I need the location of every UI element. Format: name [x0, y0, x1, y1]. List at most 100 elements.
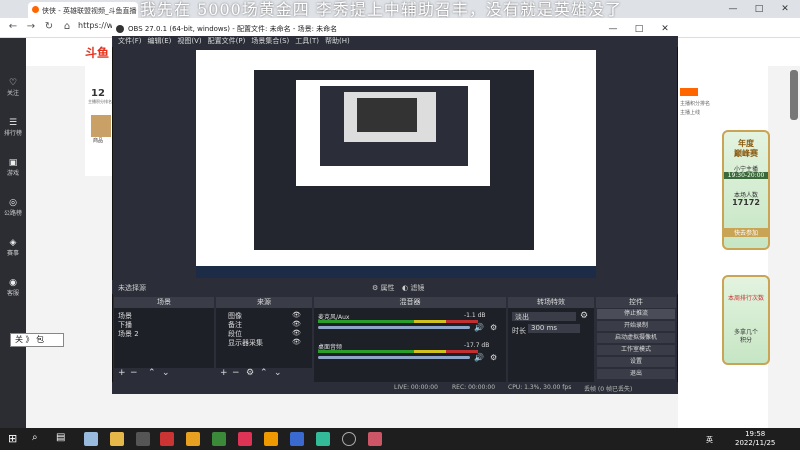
app-icon-1[interactable]: [136, 432, 150, 446]
obs-minimize-icon[interactable]: —: [600, 22, 626, 36]
mute-icon[interactable]: 🔊: [474, 323, 484, 332]
app-icon-5[interactable]: [264, 432, 278, 446]
ime-indicator[interactable]: 英: [706, 435, 713, 445]
move-down-icon[interactable]: ⌄: [162, 368, 170, 378]
search-icon[interactable]: ⌕: [32, 432, 46, 446]
sidebar-item-0[interactable]: ♡ 关注: [0, 78, 26, 97]
visibility-icon[interactable]: 👁: [292, 329, 301, 337]
obs-close-icon[interactable]: ✕: [652, 22, 678, 36]
control-button[interactable]: 开始录制: [597, 321, 675, 331]
obs-menubar: 文件(F) 编辑(E) 视图(V) 配置文件(P) 场景集合(S) 工具(T) 帮助(H): [112, 36, 678, 47]
menu-item[interactable]: 帮助(H): [325, 36, 350, 46]
heart-icon: ♡: [8, 78, 18, 88]
transitions-panel: 淡出 ⚙ 时长 300 ms: [508, 308, 594, 382]
visibility-icon[interactable]: 👁: [292, 338, 301, 346]
explorer-icon[interactable]: [84, 432, 98, 446]
mute-icon[interactable]: 🔊: [474, 353, 484, 362]
site-logo[interactable]: 斗鱼: [85, 44, 109, 61]
app-icon-3[interactable]: [212, 432, 226, 446]
source-settings-icon[interactable]: ⚙: [246, 368, 254, 378]
visibility-icon[interactable]: 👁: [292, 311, 301, 319]
menu-item[interactable]: 配置文件(P): [208, 36, 246, 46]
source-up-icon[interactable]: ⌃: [260, 368, 268, 378]
live-timer: LIVE: 00:00:00: [394, 384, 438, 391]
duration-label: 时长: [512, 327, 526, 335]
filters-button[interactable]: ◐ 滤镜: [402, 283, 424, 293]
sidebar-item-1[interactable]: ☰ 排行榜: [0, 118, 26, 137]
taskbar-clock[interactable]: 19:58 2022/11/25: [735, 430, 775, 448]
control-button[interactable]: 工作室模式: [597, 345, 675, 355]
sidebar-label: 公路榜: [3, 210, 22, 217]
sidebar-label: 赛事: [6, 250, 19, 257]
close-icon[interactable]: ✕: [772, 0, 798, 18]
scene-item[interactable]: 场景 2: [118, 329, 139, 339]
transition-settings-icon[interactable]: ⚙: [580, 311, 588, 321]
move-up-icon[interactable]: ⌃: [148, 368, 156, 378]
ad-line7[interactable]: 快去参加: [724, 228, 768, 237]
mixer-dock-title: 混音器: [314, 297, 506, 308]
add-scene-icon[interactable]: +: [118, 368, 126, 378]
obs-maximize-icon[interactable]: □: [626, 22, 652, 36]
menu-item[interactable]: 工具(T): [295, 36, 319, 46]
app-icon-6[interactable]: [368, 432, 382, 446]
page-scrollbar[interactable]: [790, 70, 798, 120]
minimize-icon[interactable]: —: [720, 0, 746, 18]
event-ad[interactable]: 年度 巅峰赛 小宁主播 19:30-20:00 本场人数 17172 快去参加: [722, 130, 770, 250]
control-button[interactable]: 设置: [597, 357, 675, 367]
remove-scene-icon[interactable]: −: [130, 368, 138, 378]
browser-tab[interactable]: 侠侠 - 英雄联盟视频_斗鱼直播: [28, 2, 138, 18]
ad2-line3: 积分: [739, 337, 752, 344]
menu-item[interactable]: 视图(V): [177, 36, 201, 46]
volume-slider[interactable]: [318, 326, 470, 329]
add-source-icon[interactable]: +: [220, 368, 228, 378]
control-button[interactable]: 启动虚拟摄像机: [597, 333, 675, 343]
maximize-icon[interactable]: □: [746, 0, 772, 18]
volume-slider[interactable]: [318, 356, 470, 359]
menu-item[interactable]: 场景集合(S): [251, 36, 289, 46]
sidebar-item-3[interactable]: ◎ 公路榜: [0, 198, 26, 217]
menu-item[interactable]: 文件(F): [118, 36, 142, 46]
ad2-line1: 本周排行次数: [727, 295, 764, 302]
start-icon[interactable]: ⊞: [8, 432, 22, 446]
control-button[interactable]: 停止推流: [597, 309, 675, 319]
home-icon[interactable]: ⌂: [60, 21, 74, 32]
duration-input[interactable]: 300 ms: [528, 324, 580, 333]
mixer-settings-icon[interactable]: ⚙: [490, 353, 497, 362]
obs-icon[interactable]: [342, 432, 356, 446]
clock-time: 19:58: [745, 430, 766, 438]
right-badge: [680, 88, 698, 96]
chrome-icon[interactable]: [316, 432, 330, 446]
event-ad-2[interactable]: 本周排行次数 多拿几个 积分: [722, 275, 770, 365]
gift-icon[interactable]: [91, 115, 111, 137]
control-button[interactable]: 退出: [597, 369, 675, 379]
office-icon[interactable]: [160, 432, 174, 446]
floating-widget[interactable]: 关 》 包: [10, 333, 64, 347]
visibility-icon[interactable]: 👁: [292, 320, 301, 328]
app-icon-4[interactable]: [238, 432, 252, 446]
sidebar-label: 关注: [6, 90, 19, 97]
source-label: 图像: [228, 312, 242, 320]
sidebar-item-2[interactable]: ▣ 游戏: [0, 158, 26, 177]
sidebar-label: 排行榜: [3, 130, 22, 137]
filters-label: 滤镜: [410, 284, 425, 292]
source-down-icon[interactable]: ⌄: [274, 368, 282, 378]
back-icon[interactable]: ←: [6, 21, 20, 32]
menu-item[interactable]: 编辑(E): [148, 36, 172, 46]
forward-icon[interactable]: →: [24, 21, 38, 32]
source-item[interactable]: 显示器采集 👁: [228, 338, 301, 348]
sidebar-item-5[interactable]: ◉ 客服: [0, 278, 26, 297]
app-icon-2[interactable]: [186, 432, 200, 446]
edge-icon[interactable]: [290, 432, 304, 446]
transition-select[interactable]: 淡出: [512, 312, 576, 321]
remove-source-icon[interactable]: −: [232, 368, 240, 378]
properties-button[interactable]: ⚙ 属性: [372, 283, 395, 293]
reload-icon[interactable]: ↻: [42, 21, 56, 32]
mixer-db: -1.1 dB: [464, 312, 486, 319]
sidebar-item-4[interactable]: ◈ 赛事: [0, 238, 26, 257]
mixer-settings-icon[interactable]: ⚙: [490, 323, 497, 332]
task-view-icon[interactable]: ▤: [56, 432, 70, 446]
source-label: 备注: [228, 321, 242, 329]
scenes-toolbar: + − ⌃ ⌄: [114, 368, 214, 382]
cpu-fps: CPU: 1.3%, 30.00 fps: [508, 384, 572, 391]
folder-icon[interactable]: [110, 432, 124, 446]
